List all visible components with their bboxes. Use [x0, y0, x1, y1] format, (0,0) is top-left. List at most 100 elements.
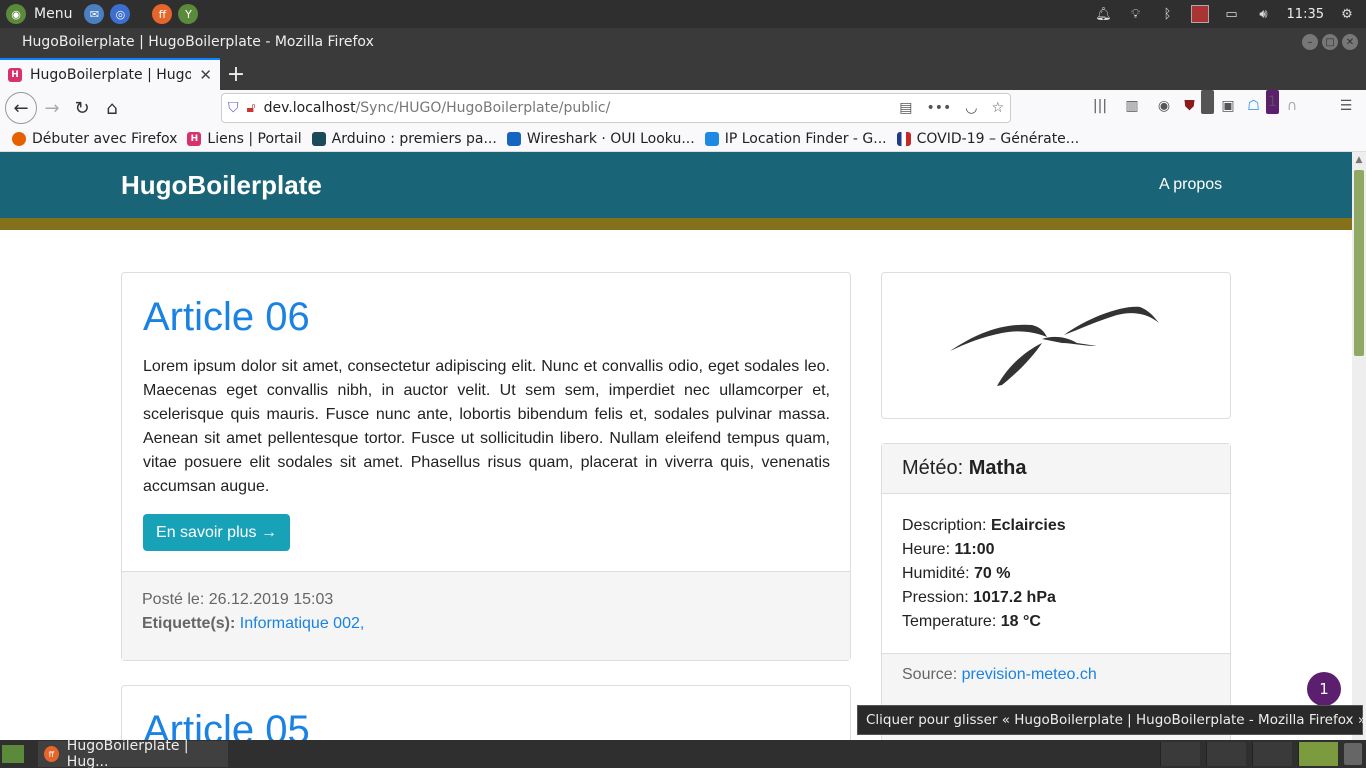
- system-menu-label: Menu: [34, 6, 73, 22]
- source-label: Source:: [902, 666, 958, 683]
- workspace-3[interactable]: [1252, 742, 1292, 766]
- bookmark-label: Arduino : premiers pa...: [331, 130, 497, 147]
- app-launcher-icon[interactable]: Y: [178, 4, 199, 24]
- page-scrollbar[interactable]: ▲: [1352, 152, 1366, 740]
- account-icon[interactable]: ◉: [1154, 94, 1174, 118]
- read-more-button[interactable]: En savoir plus →: [143, 514, 290, 551]
- site-header: HugoBoilerplate A propos: [0, 152, 1352, 218]
- url-bar[interactable]: ⛉ 🔓︎ dev.localhost/Sync/HUGO/HugoBoilerp…: [221, 93, 1011, 123]
- site-brand-link[interactable]: HugoBoilerplate: [121, 170, 322, 201]
- navigation-toolbar: ← → ↻ ⌂ ⛉ 🔓︎ dev.localhost/Sync/HUGO/Hug…: [0, 90, 1366, 126]
- weather-title-label: Météo:: [902, 457, 964, 479]
- url-host: dev.localhost: [263, 100, 356, 116]
- redshift-bulb-icon[interactable]: 💡︎: [1127, 5, 1145, 23]
- article-title-link[interactable]: Article 06: [143, 295, 310, 340]
- taskbar: ff HugoBoilerplate | Hug...: [0, 738, 1366, 768]
- bookmark-item[interactable]: H Liens | Portail: [187, 130, 302, 147]
- arduino-favicon-icon: [311, 131, 326, 146]
- taskbar-window-item[interactable]: ff HugoBoilerplate | Hug...: [38, 738, 228, 768]
- bluetooth-icon[interactable]: ᛒ: [1159, 5, 1177, 23]
- library-icon[interactable]: |||: [1090, 94, 1110, 118]
- tags-label: Etiquette(s):: [142, 615, 236, 632]
- battery-icon[interactable]: ▭: [1223, 5, 1241, 23]
- forward-button[interactable]: →: [37, 93, 67, 123]
- system-menu-button[interactable]: ◉ Menu: [0, 4, 72, 24]
- url-path: /Sync/HUGO/HugoBoilerplate/public/: [355, 100, 611, 116]
- weather-row-label: Description:: [902, 517, 987, 534]
- clock[interactable]: 11:35: [1287, 7, 1324, 22]
- trash-icon[interactable]: [1344, 743, 1362, 765]
- new-tab-button[interactable]: +: [220, 58, 252, 90]
- seagull-logo-icon: [950, 306, 1159, 386]
- sidebar-icon[interactable]: ▥: [1122, 94, 1142, 118]
- show-desktop-icon[interactable]: [2, 745, 24, 763]
- source-link[interactable]: prevision-meteo.ch: [962, 666, 1097, 683]
- page-actions-button[interactable]: •••: [926, 100, 951, 116]
- firefox-launcher-icon[interactable]: ff: [152, 4, 173, 24]
- bookmark-item[interactable]: Wireshark · OUI Looku...: [506, 131, 695, 147]
- screen-recorder-icon[interactable]: [1190, 5, 1209, 23]
- firefox-favicon-icon: [12, 131, 26, 146]
- minimize-icon[interactable]: –: [1302, 34, 1318, 50]
- weather-row-value: Eclaircies: [990, 517, 1066, 534]
- bookmark-label: Débuter avec Firefox: [32, 130, 178, 147]
- tag-link[interactable]: Informatique 002,: [240, 615, 365, 632]
- reader-view-icon[interactable]: ▤: [899, 100, 912, 116]
- weather-row-value: 1017.2 hPa: [973, 589, 1056, 606]
- ghostery-icon[interactable]: ☖ 1: [1247, 90, 1279, 118]
- workspace-4[interactable]: [1298, 742, 1338, 766]
- ublock-origin-icon[interactable]: ⛊ 1: [1184, 90, 1214, 118]
- back-button[interactable]: ←: [5, 92, 37, 124]
- article-title-link[interactable]: Article 05: [143, 708, 310, 740]
- tab-label: HugoBoilerplate | HugoBoilerplate: [30, 67, 192, 83]
- pocket-icon[interactable]: ◡: [965, 100, 977, 116]
- weather-row-label: Pression:: [902, 589, 969, 606]
- weather-header: Météo: Matha: [882, 444, 1230, 494]
- workspace-1[interactable]: [1160, 742, 1200, 766]
- hamburger-menu-icon[interactable]: ☰: [1336, 94, 1356, 118]
- taskbar-tooltip: Cliquer pour glisser « HugoBoilerplate |…: [857, 705, 1366, 735]
- weather-row: Humidité: 70 %: [902, 562, 1210, 586]
- tab-hugoboilerplate[interactable]: H HugoBoilerplate | HugoBoilerplate ✕: [0, 58, 220, 90]
- bookmark-item[interactable]: Débuter avec Firefox: [12, 131, 177, 147]
- bookmark-item[interactable]: IP Location Finder - G...: [704, 131, 887, 147]
- iplocation-favicon-icon: [704, 131, 719, 146]
- extension-s-icon[interactable]: ▣: [1218, 94, 1238, 118]
- notifications-bell-icon[interactable]: 🔔︎: [1095, 5, 1113, 23]
- ublock-badge: 1: [1200, 90, 1214, 114]
- close-tab-icon[interactable]: ✕: [199, 66, 212, 84]
- volume-icon[interactable]: 🔊︎: [1255, 5, 1273, 23]
- bookmark-label: Liens | Portail: [207, 130, 302, 147]
- thunderbird-launcher-icon[interactable]: ✉: [84, 4, 105, 24]
- insecure-lock-icon[interactable]: 🔓︎: [247, 100, 256, 116]
- vpn-extension-icon[interactable]: ∩: [1282, 94, 1302, 118]
- bookmark-star-icon[interactable]: ☆: [991, 100, 1004, 116]
- window-titlebar[interactable]: HugoBoilerplate | HugoBoilerplate - Mozi…: [0, 28, 1366, 56]
- reload-button[interactable]: ↻: [67, 93, 97, 123]
- article-card: Article 05: [121, 685, 851, 740]
- chromium-launcher-icon[interactable]: ◎: [110, 4, 131, 24]
- scrollbar-thumb[interactable]: [1354, 170, 1364, 356]
- tracking-protection-icon[interactable]: ⛉: [228, 100, 239, 116]
- tab-strip: H HugoBoilerplate | HugoBoilerplate ✕ +: [0, 56, 1366, 90]
- bookmark-item[interactable]: COVID-19 – Générate...: [896, 131, 1079, 147]
- logo-card: [881, 272, 1231, 419]
- home-button[interactable]: ⌂: [97, 93, 127, 123]
- settings-icon[interactable]: ⚙: [1338, 5, 1356, 23]
- notification-bubble[interactable]: 1: [1307, 672, 1341, 706]
- article-excerpt: Lorem ipsum dolor sit amet, consectetur …: [143, 358, 830, 495]
- weather-row-label: Heure:: [902, 541, 951, 558]
- workspace-2[interactable]: [1206, 742, 1246, 766]
- weather-row-value: 18 °C: [1000, 613, 1041, 630]
- window-title: HugoBoilerplate | HugoBoilerplate - Mozi…: [22, 34, 374, 50]
- weather-row: Heure: 11:00: [902, 538, 1210, 562]
- weather-row-value: 11:00: [954, 541, 995, 558]
- nav-about-link[interactable]: A propos: [1159, 176, 1222, 194]
- taskbar-item-label: HugoBoilerplate | Hug...: [66, 738, 189, 768]
- bookmark-item[interactable]: Arduino : premiers pa...: [311, 130, 497, 147]
- close-window-icon[interactable]: ✕: [1342, 34, 1358, 50]
- maximize-icon[interactable]: □: [1322, 34, 1338, 50]
- weather-details: Description: Eclaircies Heure: 11:00 Hum…: [882, 494, 1230, 654]
- weather-row-label: Temperature:: [902, 613, 997, 630]
- scroll-up-icon[interactable]: ▲: [1352, 152, 1366, 168]
